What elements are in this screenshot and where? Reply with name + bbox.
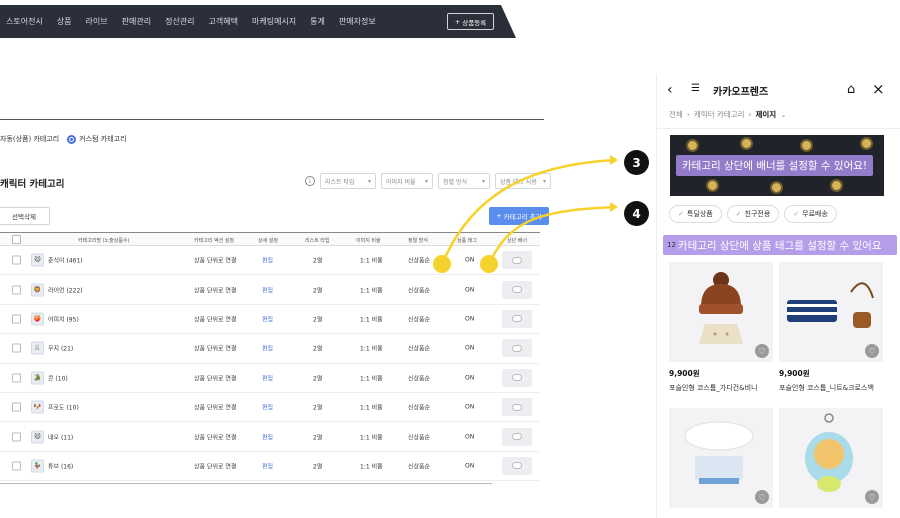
product-image: ♡ xyxy=(779,262,883,362)
tag-overlay-text: 12 카테고리 상단에 상품 태그를 설정할 수 있어요 xyxy=(663,235,897,255)
category-banner[interactable]: 카테고리 상단에 배너를 설정할 수 있어요! xyxy=(670,135,884,196)
divider xyxy=(657,128,900,129)
banner-character-icon xyxy=(800,139,813,152)
chip-free-shipping[interactable]: ✓ 무료배송 xyxy=(784,205,837,223)
banner-character-icon xyxy=(860,137,873,150)
banner-character-icon xyxy=(740,137,753,150)
chip-special-deal[interactable]: ✓ 특딜상품 xyxy=(669,205,722,223)
product-name: 포슬인형 코스튬_가디건&비니 xyxy=(669,384,758,392)
breadcrumb: 전체 › 캐릭터 카테고리 › 제이지 ⌄ xyxy=(669,109,787,120)
product-card[interactable]: ♡ xyxy=(669,408,773,508)
product-price: 9,900원 xyxy=(669,369,700,378)
banner-overlay-text: 카테고리 상단에 배너를 설정할 수 있어요! xyxy=(676,155,874,176)
arrow-to-banner xyxy=(441,158,617,263)
chevron-down-icon[interactable]: ⌄ xyxy=(780,110,786,119)
breadcrumb-item[interactable]: 캐릭터 카테고리 xyxy=(694,109,745,120)
chip-friends-only[interactable]: ✓ 친구전용 xyxy=(726,205,780,223)
breadcrumb-item[interactable]: 전체 xyxy=(669,109,683,120)
heart-icon[interactable]: ♡ xyxy=(865,490,879,504)
category-search-icon[interactable]: ☰ xyxy=(691,83,700,94)
callout-badge-4: 4 xyxy=(624,201,649,226)
banner-character-icon xyxy=(706,179,719,192)
back-arrow-icon[interactable]: ‹ xyxy=(667,82,673,98)
check-icon: ✓ xyxy=(735,210,742,218)
product-image: ♡ xyxy=(669,408,773,508)
arrow-to-tags xyxy=(488,205,617,263)
arrow-head-tags xyxy=(610,202,618,212)
heart-icon[interactable]: ♡ xyxy=(755,344,769,358)
heart-icon[interactable]: ♡ xyxy=(865,344,879,358)
product-image: ♡ xyxy=(669,262,773,362)
banner-character-icon xyxy=(770,181,783,194)
chevron-right-icon: › xyxy=(686,110,690,119)
arrow-head-banner xyxy=(610,155,618,165)
product-card[interactable]: ♡ 9,900원 포슬인형 코스튬_니트&크로스백 xyxy=(779,262,883,393)
product-image: ♡ xyxy=(779,408,883,508)
callout-badge-3: 3 xyxy=(624,150,649,175)
product-price: 9,900원 xyxy=(779,369,810,378)
check-icon: ✓ xyxy=(678,210,684,218)
banner-character-icon xyxy=(686,139,699,152)
product-name: 포슬인형 코스튬_니트&크로스백 xyxy=(779,384,874,392)
chevron-right-icon: › xyxy=(748,110,752,119)
tag-chips: ✓ 특딜상품 ✓ 친구전용 ✓ 무료배송 xyxy=(669,205,837,223)
home-icon[interactable]: ⌂ xyxy=(847,82,855,97)
mobile-title: 카카오프렌즈 xyxy=(713,87,769,98)
close-icon[interactable]: × xyxy=(872,80,885,98)
product-card[interactable]: ♡ 9,900원 포슬인형 코스튬_가디건&비니 xyxy=(669,262,773,393)
mobile-preview: ‹ ☰ 카카오프렌즈 ⌂ × 전체 › 캐릭터 카테고리 › 제이지 ⌄ 카테고… xyxy=(656,74,900,518)
heart-icon[interactable]: ♡ xyxy=(755,490,769,504)
check-icon: ✓ xyxy=(793,210,800,218)
product-card[interactable]: ♡ xyxy=(779,408,883,508)
mobile-header: ‹ ☰ 카카오프렌즈 ⌂ × xyxy=(657,74,900,106)
breadcrumb-current[interactable]: 제이지 xyxy=(756,109,777,120)
banner-character-icon xyxy=(830,179,843,192)
